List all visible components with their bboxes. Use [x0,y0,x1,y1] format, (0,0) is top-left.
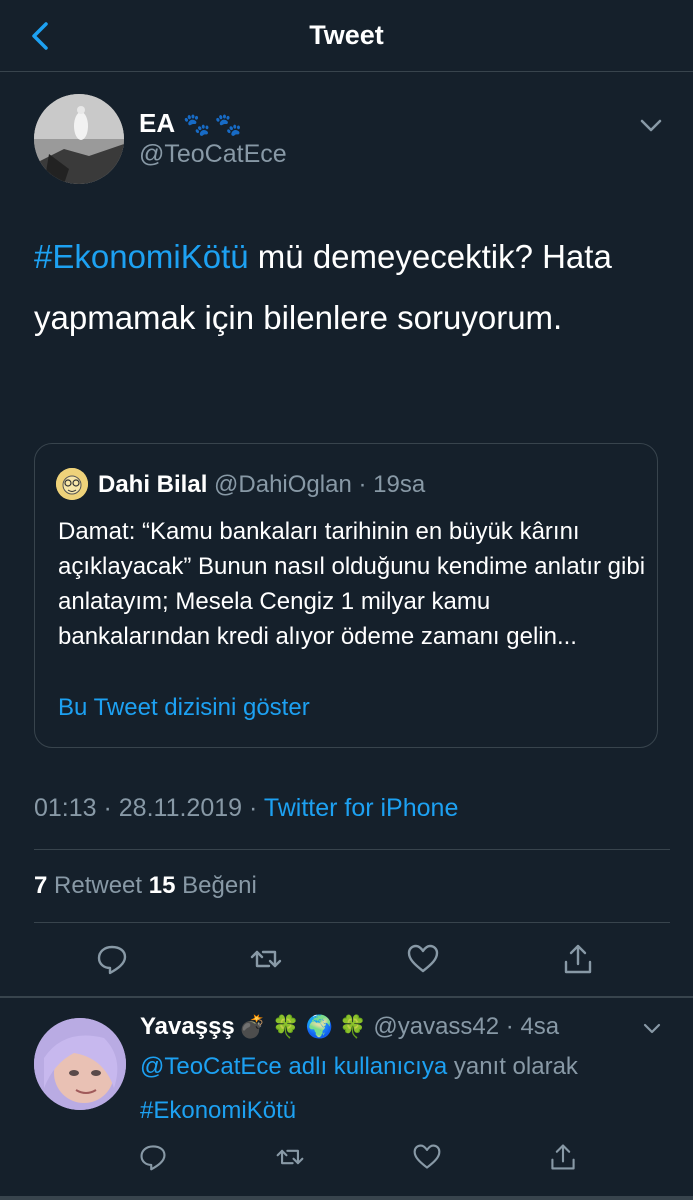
heart-icon[interactable] [412,1142,442,1172]
quote-author-handle: @DahiOglan · 19sa [214,471,426,498]
heart-icon[interactable] [406,942,440,976]
avatar[interactable] [34,94,124,184]
quote-avatar [56,468,88,500]
divider [34,849,670,850]
like-stat[interactable]: 15 Beğeni [149,872,257,899]
divider [0,1196,693,1200]
author-name-text: EA [139,108,176,138]
retweet-count: 7 [34,872,48,899]
retweet-stat[interactable]: 7 Retweet [34,872,149,899]
tweet-stats: 7 Retweet 15 Beğeni [34,872,257,900]
top-bar: Tweet [0,0,693,72]
quote-author-name: Dahi Bilal [98,471,208,498]
chevron-down-icon[interactable] [636,110,666,140]
reply-icon[interactable] [95,942,129,976]
reply-hashtag[interactable]: #EkonomiKötü [140,1097,296,1125]
like-label: Beğeni [175,872,257,899]
author-handle[interactable]: @TeoCatEce [139,140,287,169]
reply-author-handle: @yavass42 · 4sa [366,1013,560,1040]
reply-avatar[interactable] [34,1018,126,1110]
quote-author: Dahi Bilal @DahiOglan · 19sa [98,471,425,499]
show-thread-link[interactable]: Bu Tweet dizisini göster [58,694,310,722]
reply-author-name: Yavaşşş [140,1013,235,1040]
page-title: Tweet [309,20,384,50]
retweet-icon[interactable] [249,942,283,976]
divider [34,922,670,923]
retweet-icon[interactable] [275,1142,305,1172]
replying-to-suffix: yanıt olarak [447,1053,578,1080]
retweet-label: Retweet [47,872,149,899]
tweet-timestamp: 01:13 · 28.11.2019 · [34,794,264,822]
mention-link[interactable]: @TeoCatEce adlı kullanıcıya [140,1053,447,1080]
like-count: 15 [148,872,176,899]
action-bar [0,942,693,982]
share-icon[interactable] [548,1142,578,1172]
reply-icon[interactable] [138,1142,168,1172]
tweet-meta: 01:13 · 28.11.2019 · Twitter for iPhone [34,794,458,823]
source-link[interactable]: Twitter for iPhone [264,794,459,822]
reply-author-emojis: 💣 🍀 🌍 🍀 [238,1014,367,1039]
reply-author[interactable]: Yavaşşş 💣 🍀 🌍 🍀 @yavass42 · 4sa [140,1013,559,1041]
quote-text: Damat: “Kamu bankaları tarihinin en büyü… [58,518,646,650]
paw-emoji: 🐾🐾 [183,112,246,137]
quoted-tweet[interactable]: Dahi Bilal @DahiOglan · 19sa Damat: “Kam… [34,443,658,748]
share-icon[interactable] [561,942,595,976]
hashtag-link[interactable]: #EkonomiKötü [34,238,249,275]
section-separator [0,996,693,998]
chevron-down-icon[interactable] [640,1016,664,1040]
tweet-text: #EkonomiKötü mü demeyecektik? Hata yapma… [34,226,664,348]
reply-action-bar [0,1142,693,1182]
replying-to: @TeoCatEce adlı kullanıcıya yanıt olarak [140,1053,578,1081]
author-name[interactable]: EA 🐾🐾 [139,108,246,139]
